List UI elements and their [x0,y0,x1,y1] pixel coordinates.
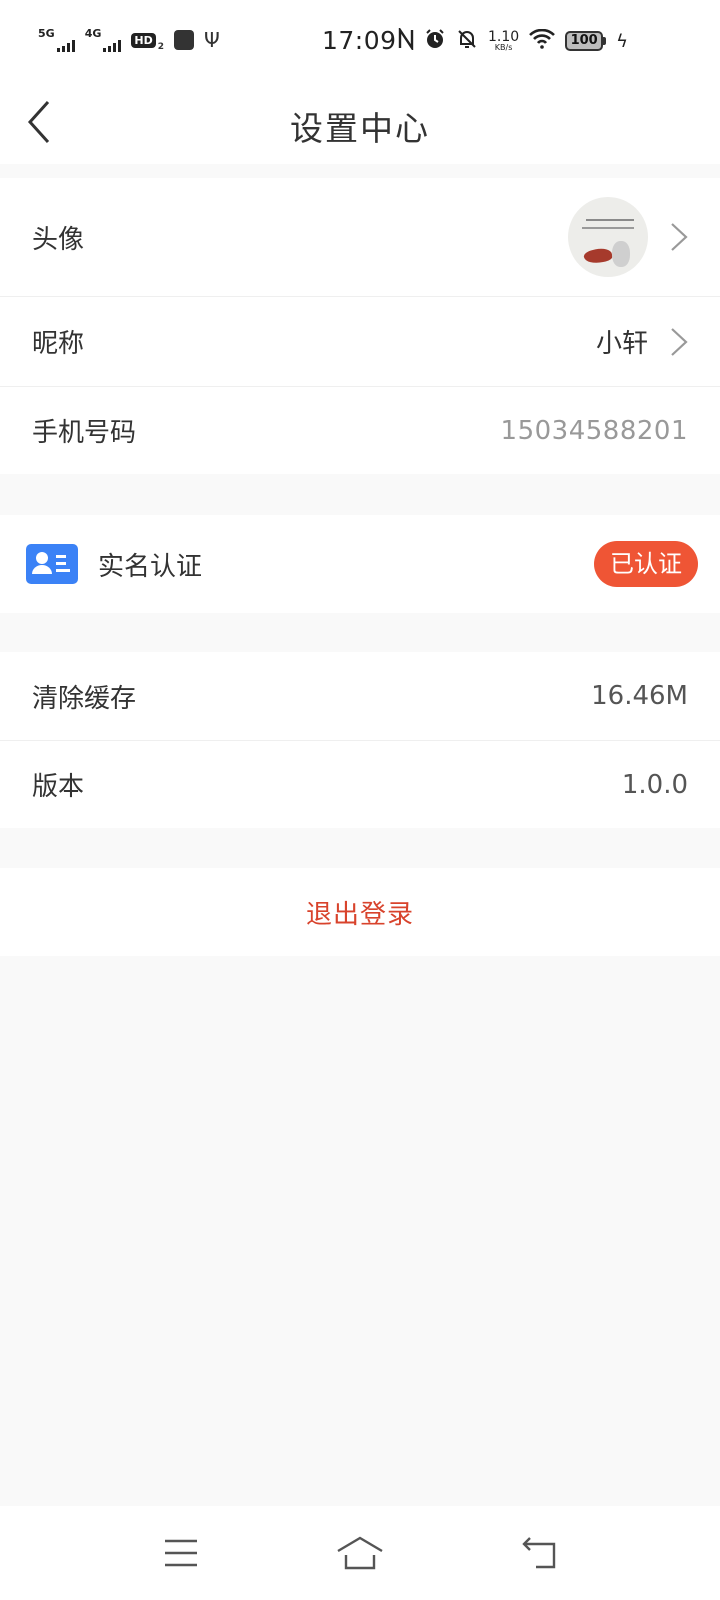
header: 设置中心 [0,80,720,164]
logout-label: 退出登录 [305,899,414,930]
avatar-row[interactable]: 头像 [0,178,720,296]
chevron-right-icon [671,327,688,356]
speed-unit: KB/s [494,43,513,52]
nav-menu-button[interactable] [146,1526,216,1580]
wifi-icon [529,28,556,53]
status-right: 1.10 KB/s 100 ϟ [398,26,629,54]
status-time: 17:09 [322,26,397,55]
avatar[interactable] [568,197,648,277]
profile-section: 头像 昵称 小轩 手机号码 15034588201 [0,178,720,474]
version-label: 版本 [32,772,85,802]
nav-home-button[interactable] [325,1526,395,1580]
home-icon [337,1536,383,1570]
version-value: 1.0.0 [621,769,688,800]
logout-button[interactable]: 退出登录 [0,868,720,956]
verification-row[interactable]: 实名认证 已认证 [0,515,720,613]
phone-label: 手机号码 [32,418,137,448]
mute-bell-icon [456,28,478,54]
signal-5g-icon: 5G [38,28,75,52]
app-section: 清除缓存 16.46M 版本 1.0.0 [0,652,720,828]
nickname-row[interactable]: 昵称 小轩 [0,296,720,386]
system-nav-bar [0,1506,720,1600]
phone-value: 15034588201 [500,415,688,446]
verified-badge: 已认证 [594,541,698,587]
nav-back-button[interactable] [504,1526,574,1580]
id-card-icon [26,544,78,584]
clear-cache-label: 清除缓存 [32,683,137,714]
hd-voice-icon: HD [131,32,156,48]
verification-label: 实名认证 [98,551,203,582]
charging-icon: ϟ [616,30,629,52]
battery-level: 100 [565,31,604,51]
version-row: 版本 1.0.0 [0,740,720,828]
signal-4g-icon: 4G [85,28,122,52]
logout-section: 退出登录 [0,868,720,956]
nickname-label: 昵称 [32,329,85,359]
nfc-icon [398,26,414,54]
nickname-value: 小轩 [595,329,648,359]
verification-section: 实名认证 已认证 [0,515,720,613]
chevron-right-icon [671,223,688,251]
avatar-label: 头像 [32,224,85,255]
cache-size: 16.46M [591,681,688,711]
status-left: 5G 4G HD 2 Ψ [38,28,220,52]
battery-icon: 100 [565,31,607,51]
usb-icon: Ψ [203,28,220,52]
network-label-4g: 4G [84,27,102,40]
phone-row: 手机号码 15034588201 [0,386,720,474]
menu-icon [165,1539,197,1567]
return-icon [522,1537,556,1569]
page-title: 设置中心 [290,109,430,148]
hd-voice-sub: 2 [157,42,164,52]
alarm-icon [424,28,446,54]
network-label-5g: 5G [38,27,55,40]
status-bar: 5G 4G HD 2 Ψ 17:09 1.10 KB/s 100 ϟ [0,0,720,80]
network-speed: 1.10 KB/s [488,30,519,52]
clear-cache-row[interactable]: 清除缓存 16.46M [0,652,720,740]
usb-debug-icon [173,30,194,50]
speed-value: 1.10 [488,29,520,45]
